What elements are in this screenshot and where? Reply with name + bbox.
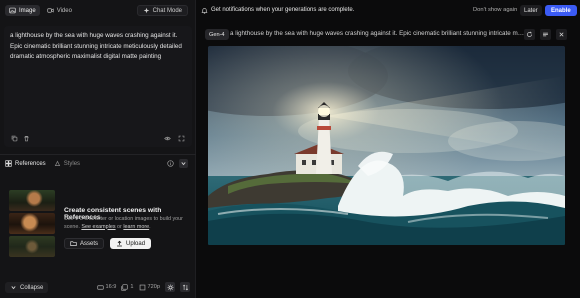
generation-settings: 16:9 1 720p xyxy=(96,282,190,292)
divider xyxy=(0,154,196,155)
reference-thumbnails xyxy=(9,190,55,259)
upload-label: Upload xyxy=(126,240,146,247)
generation-header: Gen-4 a lighthouse by the sea with huge … xyxy=(203,28,577,41)
expand-icon[interactable] xyxy=(178,135,185,142)
menu-button[interactable] xyxy=(540,29,551,40)
prompt-box[interactable]: a lighthouse by the sea with huge waves … xyxy=(4,26,192,147)
tab-styles-label: Styles xyxy=(63,160,81,167)
resolution-value: 720p xyxy=(147,284,160,290)
reference-tabs: References Styles xyxy=(5,160,80,167)
close-icon xyxy=(558,31,565,38)
count-selector[interactable]: 1 xyxy=(121,283,134,291)
image-icon xyxy=(9,7,16,14)
aspect-ratio-icon xyxy=(96,284,104,291)
assets-label: Assets xyxy=(80,240,99,247)
folder-icon xyxy=(70,240,77,247)
swap-icon xyxy=(182,284,189,291)
dont-show-again-link[interactable]: Don't show again xyxy=(473,7,517,13)
refresh-icon xyxy=(526,31,533,38)
learn-more-link[interactable]: learn more xyxy=(123,224,149,230)
aspect-ratio-selector[interactable]: 16:9 xyxy=(96,284,117,291)
left-panel: Image Video Chat Mode a lighthouse by th… xyxy=(0,0,196,298)
upload-icon xyxy=(116,240,123,247)
gear-icon xyxy=(167,284,174,291)
sparkle-icon xyxy=(143,7,150,14)
chevron-down-icon xyxy=(180,160,187,167)
bottom-bar: Collapse 16:9 1 720p xyxy=(0,279,196,298)
later-button[interactable]: Later xyxy=(520,5,542,16)
resolution-selector[interactable]: 720p xyxy=(139,284,160,291)
tab-video[interactable]: Video xyxy=(43,5,76,16)
collapse-label: Collapse xyxy=(20,284,44,291)
main-panel: Get notifications when your generations … xyxy=(197,0,580,298)
tab-references[interactable]: References xyxy=(5,160,46,167)
tab-styles[interactable]: Styles xyxy=(54,160,80,167)
video-icon xyxy=(47,7,54,14)
rerun-button[interactable] xyxy=(524,29,535,40)
notification-text: Get notifications when your generations … xyxy=(211,7,355,13)
tab-image[interactable]: Image xyxy=(5,5,40,16)
chat-mode-button[interactable]: Chat Mode xyxy=(136,5,188,16)
eye-icon[interactable] xyxy=(164,135,171,142)
collapse-button[interactable]: Collapse xyxy=(5,282,49,293)
close-button[interactable] xyxy=(556,29,567,40)
menu-icon xyxy=(542,31,549,38)
model-badge: Gen-4 xyxy=(205,29,229,40)
resolution-icon xyxy=(139,284,146,291)
styles-icon xyxy=(54,160,61,167)
copy-icon[interactable] xyxy=(11,135,18,142)
aspect-ratio-value: 16:9 xyxy=(105,284,117,290)
collapse-references-button[interactable] xyxy=(179,159,188,168)
tab-image-label: Image xyxy=(19,7,36,14)
prompt-tools-left xyxy=(11,135,30,142)
references-icon xyxy=(5,160,12,167)
images-icon xyxy=(121,283,129,291)
example-thumbnail xyxy=(9,236,55,257)
trash-icon[interactable] xyxy=(23,135,30,142)
enable-button[interactable]: Enable xyxy=(545,5,577,16)
swap-button[interactable] xyxy=(180,282,190,292)
generation-actions xyxy=(524,29,567,40)
prompt-tools-right xyxy=(164,135,185,142)
tab-references-label: References xyxy=(15,160,46,167)
example-thumbnail xyxy=(9,213,55,234)
generation-prompt[interactable]: a lighthouse by the sea with huge waves … xyxy=(230,30,525,37)
see-examples-link[interactable]: See examples xyxy=(81,224,115,230)
tab-video-label: Video xyxy=(56,7,72,14)
notification-banner: Get notifications when your generations … xyxy=(197,0,580,22)
count-value: 1 xyxy=(130,284,134,290)
upload-button[interactable]: Upload xyxy=(110,238,152,249)
chat-mode-label: Chat Mode xyxy=(152,7,182,14)
chevron-down-icon xyxy=(10,284,17,291)
settings-button[interactable] xyxy=(165,282,175,292)
assets-button[interactable]: Assets xyxy=(64,238,105,249)
generated-image[interactable] xyxy=(208,46,565,245)
prompt-input[interactable]: a lighthouse by the sea with huge waves … xyxy=(10,31,186,63)
mode-tabs: Image Video xyxy=(5,5,76,16)
example-thumbnail xyxy=(9,190,55,211)
bell-icon xyxy=(201,7,208,14)
lighthouse-image xyxy=(208,46,565,245)
info-icon[interactable] xyxy=(167,160,174,167)
references-description: Use 1-3 character or location images to … xyxy=(64,216,183,230)
reference-controls xyxy=(167,159,188,168)
reference-buttons: Assets Upload xyxy=(64,238,152,249)
